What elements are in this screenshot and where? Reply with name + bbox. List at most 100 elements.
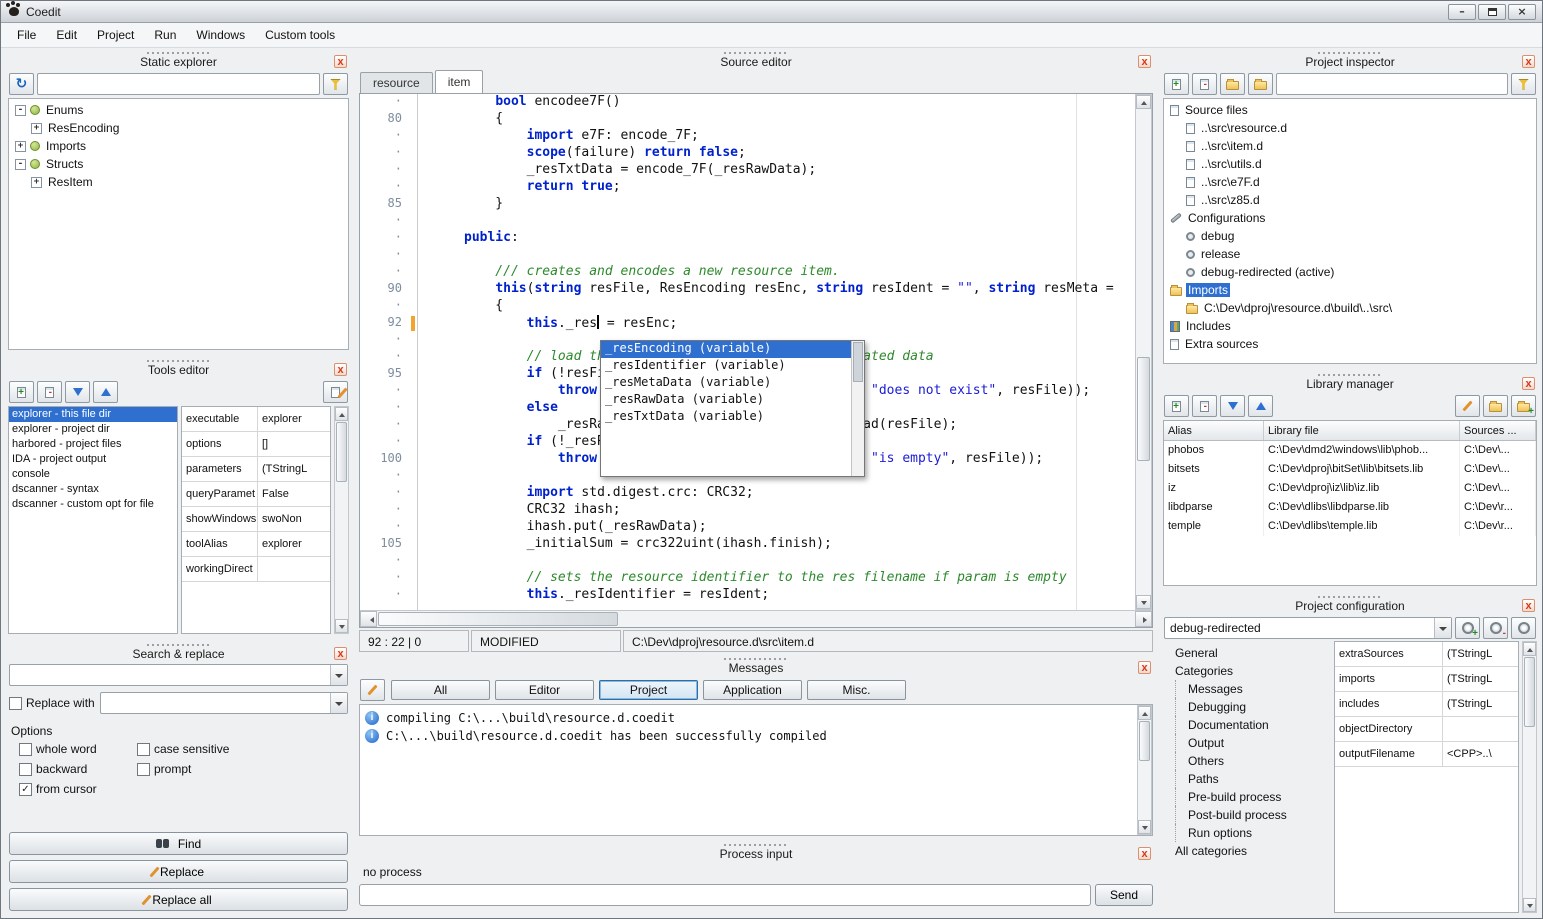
checkbox-case-sensitive[interactable]: case sensitive — [137, 742, 348, 756]
message-row[interactable]: compiling C:\...\build\resource.d.coedit — [360, 709, 1137, 727]
category-item[interactable]: Documentation — [1175, 716, 1331, 734]
splitter-handle-icon[interactable] — [724, 658, 788, 660]
replace-term-select[interactable] — [100, 692, 348, 714]
configuration-select[interactable]: debug-redirected — [1164, 617, 1452, 639]
property-value[interactable]: swoNon — [258, 507, 330, 531]
category-item[interactable]: Paths — [1175, 770, 1331, 788]
table-row[interactable]: phobosC:\Dev\dmd2\windows\lib\phob...C:\… — [1164, 441, 1536, 460]
clone-tool-button[interactable] — [323, 381, 348, 403]
category-item[interactable]: Others — [1175, 752, 1331, 770]
tab-item[interactable]: item — [435, 70, 484, 93]
completion-item[interactable]: _resRawData (variable) — [601, 392, 851, 409]
checkbox-whole-word[interactable]: whole word — [19, 742, 137, 756]
completion-item[interactable]: _resMetaData (variable) — [601, 375, 851, 392]
splitter-handle-icon[interactable] — [147, 360, 211, 362]
category-item[interactable]: Messages — [1175, 680, 1331, 698]
close-panel-icon[interactable]: x — [1522, 599, 1535, 612]
category-item[interactable]: All categories — [1163, 842, 1331, 860]
completion-item[interactable]: _resTxtData (variable) — [601, 409, 851, 426]
dropdown-arrow-icon[interactable] — [1434, 618, 1451, 638]
property-row[interactable]: parameters(TStringL — [182, 457, 330, 482]
scrollbar-thumb[interactable] — [853, 342, 863, 382]
expand-icon[interactable] — [31, 123, 42, 134]
expand-icon[interactable] — [15, 141, 26, 152]
splitter-handle-icon[interactable] — [1318, 596, 1382, 598]
delete-configuration-button[interactable] — [1483, 617, 1508, 639]
code-editor[interactable]: ·80····85····90·92··95····100····105··· … — [359, 93, 1153, 628]
property-row[interactable]: toolAliasexplorer — [182, 532, 330, 557]
move-tool-down-button[interactable] — [65, 381, 90, 403]
menu-project[interactable]: Project — [87, 24, 144, 46]
close-panel-icon[interactable]: x — [1138, 55, 1151, 68]
code-area[interactable]: bool encodee7F() { import e7F: encode_7F… — [418, 94, 1135, 610]
menu-file[interactable]: File — [7, 24, 46, 46]
property-row[interactable]: objectDirectory — [1335, 717, 1518, 742]
property-row[interactable]: queryParametFalse — [182, 482, 330, 507]
search-term-select[interactable] — [9, 664, 348, 686]
collapse-icon[interactable] — [15, 159, 26, 170]
menu-run[interactable]: Run — [144, 24, 186, 46]
tree-item[interactable]: debug-redirected (active) — [1164, 263, 1536, 281]
close-panel-icon[interactable]: x — [1522, 377, 1535, 390]
remove-source-button[interactable] — [1192, 73, 1217, 95]
filter-project[interactable]: Project — [599, 680, 698, 700]
tree-item[interactable]: Structs — [9, 155, 348, 173]
refresh-button[interactable] — [9, 73, 34, 95]
table-row[interactable]: libdparseC:\Dev\dlibs\libdparse.libC:\De… — [1164, 498, 1536, 517]
checkbox-from-cursor[interactable]: from cursor — [19, 782, 137, 796]
checkbox-backward[interactable]: backward — [19, 762, 137, 776]
property-value[interactable]: (TStringL — [258, 457, 330, 481]
menu-edit[interactable]: Edit — [46, 24, 87, 46]
tree-item[interactable]: ResItem — [9, 173, 348, 191]
splitter-handle-icon[interactable] — [1318, 374, 1382, 376]
replace-all-button[interactable]: Replace all — [9, 888, 348, 911]
scroll-up-icon[interactable] — [335, 407, 348, 421]
property-row[interactable]: showWindowsswoNon — [182, 507, 330, 532]
close-panel-icon[interactable]: x — [334, 55, 347, 68]
scroll-right-icon[interactable] — [1135, 611, 1152, 627]
maximize-button[interactable] — [1478, 4, 1506, 20]
minimize-button[interactable]: – — [1448, 4, 1476, 20]
replace-button[interactable]: Replace — [9, 860, 348, 883]
property-row[interactable]: outputFilename<CPP>..\ — [1335, 742, 1518, 767]
tree-item[interactable]: Includes — [1164, 317, 1536, 335]
scrollbar-thumb[interactable] — [1137, 357, 1150, 461]
filter-misc[interactable]: Misc. — [807, 680, 906, 700]
splitter-handle-icon[interactable] — [1318, 52, 1382, 54]
editor-vertical-scrollbar[interactable] — [1135, 94, 1152, 610]
add-tool-button[interactable] — [9, 381, 34, 403]
tree-item[interactable]: Configurations — [1164, 209, 1536, 227]
inspector-filter-input[interactable] — [1276, 73, 1508, 95]
scroll-left-icon[interactable] — [360, 611, 377, 627]
property-value[interactable] — [258, 557, 330, 581]
expand-icon[interactable] — [31, 177, 42, 188]
property-value[interactable]: (TStringL — [1443, 642, 1518, 666]
edit-library-button[interactable] — [1455, 395, 1480, 417]
dropdown-arrow-icon[interactable] — [330, 693, 347, 713]
property-row[interactable]: workingDirect — [182, 557, 330, 582]
tab-resource[interactable]: resource — [360, 72, 433, 93]
category-item[interactable]: Post-build process — [1175, 806, 1331, 824]
splitter-handle-icon[interactable] — [724, 52, 788, 54]
property-row[interactable]: executableexplorer — [182, 407, 330, 432]
property-value[interactable] — [1443, 717, 1518, 741]
scroll-down-icon[interactable] — [1136, 595, 1151, 609]
column-header[interactable]: Alias — [1164, 421, 1264, 440]
filter-application[interactable]: Application — [703, 680, 802, 700]
configuration-scrollbar[interactable] — [1522, 641, 1537, 913]
close-panel-icon[interactable]: x — [1138, 661, 1151, 674]
editor-horizontal-scrollbar[interactable] — [360, 610, 1152, 627]
property-row[interactable]: imports(TStringL — [1335, 667, 1518, 692]
category-item[interactable]: Output — [1175, 734, 1331, 752]
add-library-button[interactable] — [1164, 395, 1189, 417]
messages-scrollbar[interactable] — [1137, 705, 1152, 835]
property-value[interactable]: (TStringL — [1443, 692, 1518, 716]
add-library-file-button[interactable] — [1511, 395, 1536, 417]
scrollbar-thumb[interactable] — [336, 422, 347, 482]
tree-item[interactable]: ResEncoding — [9, 119, 348, 137]
menu-custom-tools[interactable]: Custom tools — [255, 24, 345, 46]
filter-button[interactable] — [323, 73, 348, 95]
vertical-scrollbar[interactable] — [334, 406, 349, 634]
category-item[interactable]: Pre-build process — [1175, 788, 1331, 806]
close-panel-icon[interactable]: x — [1522, 55, 1535, 68]
